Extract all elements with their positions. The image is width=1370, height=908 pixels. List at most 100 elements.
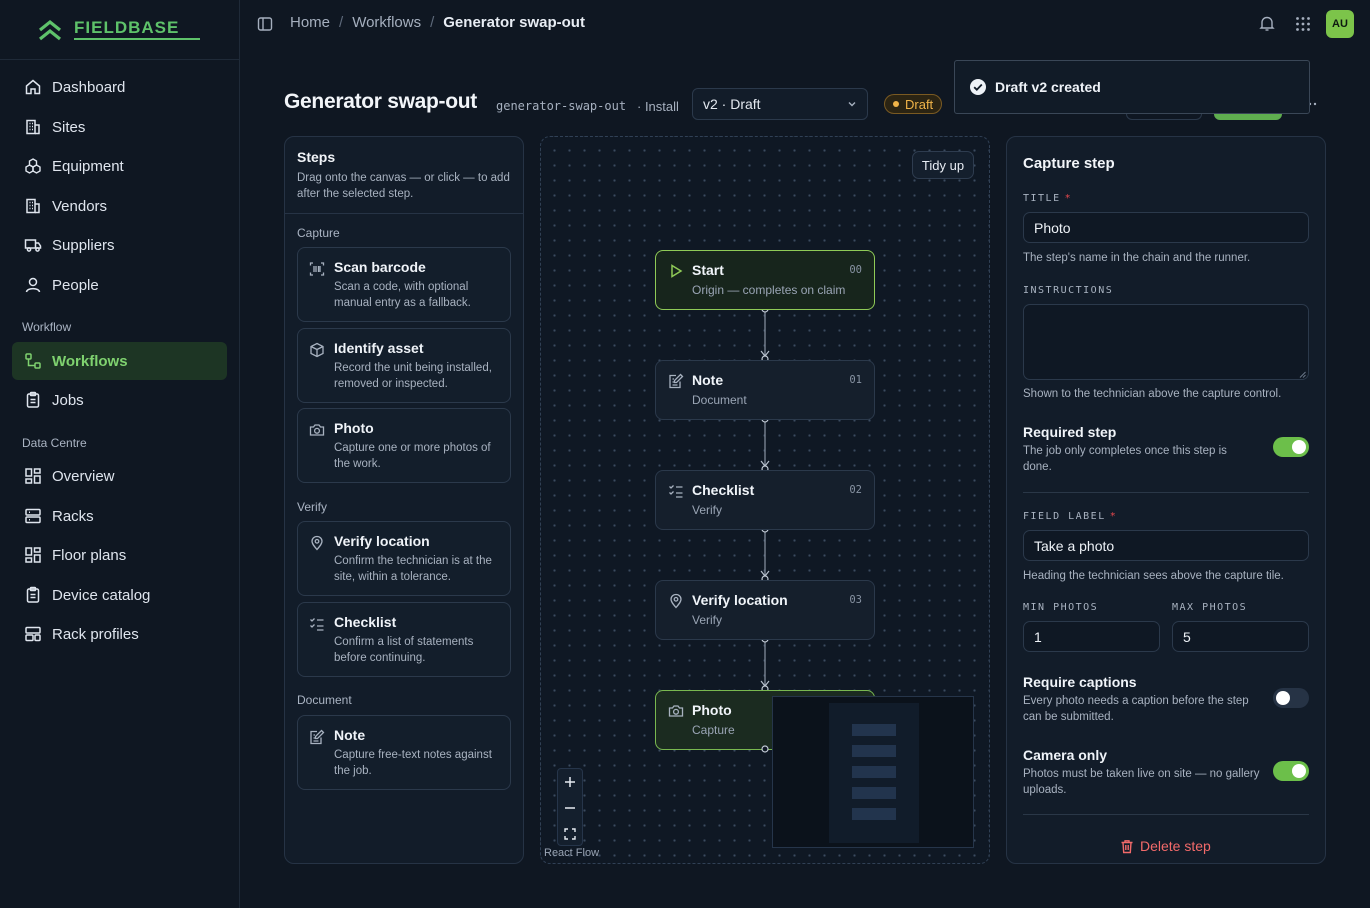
brand-logo[interactable]: FIELDBASE (36, 16, 206, 44)
flow-node-verify-location[interactable]: Verify location Verify 03 (655, 580, 875, 640)
sidebar-item-workflows[interactable]: Workflows (12, 342, 227, 380)
field-label-input[interactable]: Take a photo (1023, 530, 1309, 561)
delete-step-button[interactable]: Delete step (1120, 838, 1211, 854)
palette-group-document: Document (297, 693, 352, 707)
user-icon (25, 277, 41, 293)
palette-item-desc: Confirm a list of statements before cont… (334, 636, 474, 664)
max-photos-label: MAX PHOTOS (1172, 602, 1248, 613)
label-text: FIELD LABEL (1023, 511, 1106, 522)
sidebar-item-rack-profiles[interactable]: Rack profiles (12, 615, 227, 653)
tidy-up-button[interactable]: Tidy up (912, 151, 974, 179)
minimap-node (852, 787, 896, 799)
instructions-textarea[interactable] (1023, 304, 1309, 380)
server-icon (25, 626, 41, 642)
home-icon (25, 79, 41, 95)
sidebar-item-label: Workflows (52, 352, 128, 370)
sidebar-item-label: People (52, 276, 99, 294)
barcode-icon (309, 262, 325, 276)
palette-item-identify-asset[interactable]: Identify asset Record the unit being ins… (297, 328, 511, 403)
resize-handle-icon[interactable] (1299, 371, 1306, 378)
trash-icon (1121, 839, 1133, 853)
toast-message: Draft v2 created (995, 79, 1101, 95)
max-photos-input[interactable]: 5 (1172, 621, 1309, 652)
status-badge: Draft (884, 94, 943, 114)
divider (0, 59, 240, 60)
require-captions-toggle[interactable] (1273, 688, 1309, 708)
avatar[interactable]: AU (1326, 10, 1354, 38)
minimap-node (852, 724, 896, 736)
breadcrumb-current: Generator swap-out (443, 14, 585, 31)
sidebar-item-people[interactable]: People (12, 266, 227, 304)
apps-grid-icon[interactable] (1295, 16, 1311, 32)
toggle-knob (1292, 764, 1306, 778)
zoom-in-button[interactable] (558, 769, 582, 794)
page-title: Generator swap-out (284, 90, 477, 113)
instructions-field-label: INSTRUCTIONS (1023, 285, 1114, 296)
sidebar-toggle-icon[interactable] (257, 16, 273, 32)
zoom-out-button[interactable] (558, 795, 582, 820)
sidebar-item-overview[interactable]: Overview (12, 457, 227, 495)
palette-item-checklist[interactable]: Checklist Confirm a list of statements b… (297, 602, 511, 677)
require-captions-desc: Every photo needs a caption before the s… (1023, 695, 1249, 723)
camera-only-toggle[interactable] (1273, 761, 1309, 781)
field-label-label: FIELD LABEL * (1023, 511, 1117, 522)
inspector-title: Capture step (1023, 155, 1115, 172)
flow-node-checklist[interactable]: Checklist Verify 02 (655, 470, 875, 530)
breadcrumb-separator: / (339, 14, 344, 31)
palette-item-desc: Confirm the technician is at the site, w… (334, 555, 492, 583)
sidebar-item-vendors[interactable]: Vendors (12, 187, 227, 225)
sidebar-item-floor-plans[interactable]: Floor plans (12, 536, 227, 574)
sidebar-item-label: Sites (52, 118, 86, 136)
note-icon (669, 373, 684, 389)
node-index: 02 (849, 484, 862, 496)
minimap[interactable] (772, 696, 974, 848)
status-dot (893, 101, 899, 107)
breadcrumb: Home / Workflows / Generator swap-out (290, 14, 585, 31)
label-text: TITLE (1023, 193, 1061, 204)
palette-item-verify-location[interactable]: Verify location Confirm the technician i… (297, 521, 511, 596)
sidebar-item-sites[interactable]: Sites (12, 108, 227, 146)
sidebar-item-jobs[interactable]: Jobs (12, 381, 227, 419)
sidebar-item-racks[interactable]: Racks (12, 497, 227, 535)
server-icon (25, 508, 41, 524)
nav-section-workflow: Workflow (22, 320, 72, 334)
step-inspector: Capture step TITLE * Photo The step's nam… (1006, 136, 1326, 864)
react-flow-attribution[interactable]: React Flow (544, 847, 599, 859)
palette-item-scan-barcode[interactable]: Scan barcode Scan a code, with optional … (297, 247, 511, 322)
min-photos-input[interactable]: 1 (1023, 621, 1160, 652)
sidebar-item-dashboard[interactable]: Dashboard (12, 68, 227, 106)
sidebar-item-label: Floor plans (52, 546, 127, 564)
palette-group-capture: Capture (297, 226, 340, 240)
require-captions-title: Require captions (1023, 674, 1137, 690)
sidebar-item-equipment[interactable]: Equipment (12, 147, 227, 185)
sidebar-item-label: Suppliers (52, 236, 115, 254)
fit-view-button[interactable] (558, 821, 582, 846)
required-step-toggle[interactable] (1273, 437, 1309, 457)
version-select-value: v2 · Draft (703, 96, 761, 112)
flow-node-start[interactable]: Start Origin — completes on claim 00 (655, 250, 875, 310)
toggle-knob (1276, 691, 1290, 705)
workflow-slug: generator-swap-out (496, 99, 627, 113)
toast-notification: Draft v2 created (954, 60, 1310, 114)
breadcrumb-home[interactable]: Home (290, 14, 330, 31)
palette-item-title: Scan barcode (334, 259, 426, 275)
sidebar-item-label: Racks (52, 507, 94, 525)
breadcrumb-workflows[interactable]: Workflows (352, 14, 421, 31)
sidebar-item-label: Equipment (52, 157, 124, 175)
camera-icon (309, 424, 325, 436)
node-index: 03 (849, 594, 862, 606)
flow-node-note[interactable]: Note Document 01 (655, 360, 875, 420)
sidebar-item-device-catalog[interactable]: Device catalog (12, 576, 227, 614)
palette-item-note[interactable]: Note Capture free-text notes against the… (297, 715, 511, 790)
palette-item-photo[interactable]: Photo Capture one or more photos of the … (297, 408, 511, 483)
workflow-icon (25, 353, 41, 369)
bell-icon[interactable] (1259, 15, 1275, 32)
title-input[interactable]: Photo (1023, 212, 1309, 243)
delete-step-label: Delete step (1140, 838, 1211, 854)
version-select[interactable]: v2 · Draft (692, 88, 868, 120)
node-subtitle: Verify (692, 613, 723, 627)
sidebar-item-suppliers[interactable]: Suppliers (12, 226, 227, 264)
required-step-title: Required step (1023, 424, 1117, 440)
node-title: Verify location (692, 592, 788, 608)
camera-icon (668, 705, 684, 717)
